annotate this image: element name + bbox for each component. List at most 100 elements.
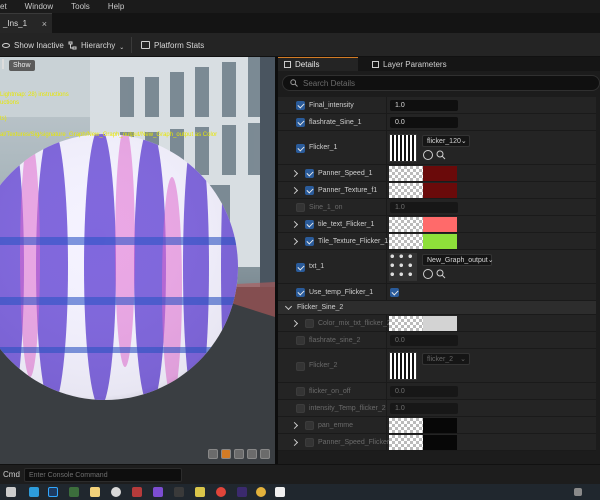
menu-item-edit[interactable]: et — [0, 2, 7, 11]
tab-layer-parameters[interactable]: Layer Parameters — [366, 57, 466, 71]
unreal-engine-icon[interactable] — [275, 487, 285, 497]
texture-asset-dropdown[interactable]: flicker_120 ⌄ — [422, 135, 470, 147]
override-checkbox[interactable] — [296, 361, 305, 371]
alpha-preview[interactable] — [389, 418, 423, 433]
alpha-preview[interactable] — [389, 234, 423, 249]
browse-asset-icon[interactable] — [436, 150, 446, 160]
app-icon[interactable] — [111, 487, 121, 497]
opera-icon[interactable] — [216, 487, 226, 497]
preview-plane-button[interactable] — [234, 449, 244, 459]
scalar-value-field[interactable]: 1.0 — [390, 202, 458, 213]
override-checkbox[interactable] — [305, 438, 314, 447]
preview-cylinder-button[interactable] — [208, 449, 218, 459]
chevron-right-icon[interactable] — [290, 438, 299, 446]
color-swatch[interactable] — [423, 234, 457, 249]
chrome-icon[interactable] — [256, 487, 266, 497]
document-tab[interactable]: _Ins_1 × — [0, 13, 52, 33]
override-checkbox[interactable] — [296, 336, 305, 345]
viewport-options-icon[interactable] — [2, 59, 8, 69]
tab-details[interactable]: Details — [278, 57, 358, 71]
category-label: Flicker_Sine_2 — [297, 304, 344, 311]
alpha-preview[interactable] — [389, 435, 423, 450]
app-icon[interactable] — [29, 487, 39, 497]
preview-teapot-button[interactable] — [260, 449, 270, 459]
override-checkbox[interactable] — [305, 186, 314, 195]
preview-sphere-button[interactable] — [221, 449, 231, 459]
alpha-preview[interactable] — [389, 183, 423, 198]
override-checkbox[interactable] — [296, 387, 305, 396]
use-selected-asset-icon[interactable] — [423, 269, 433, 279]
scalar-value-field[interactable]: 0.0 — [390, 335, 458, 346]
scalar-value-field[interactable]: 1.0 — [390, 100, 458, 111]
override-checkbox[interactable] — [305, 220, 314, 229]
visual-studio-icon[interactable] — [153, 487, 163, 497]
override-checkbox[interactable] — [305, 237, 314, 246]
app-icon[interactable] — [237, 487, 247, 497]
override-checkbox[interactable] — [296, 262, 305, 272]
menu-item-help[interactable]: Help — [108, 2, 124, 11]
show-button[interactable]: Show — [9, 60, 35, 71]
chevron-right-icon[interactable] — [290, 319, 299, 327]
app-icon[interactable] — [174, 487, 184, 497]
alpha-preview[interactable] — [389, 217, 423, 232]
column-divider — [386, 349, 387, 382]
app-icon[interactable] — [69, 487, 79, 497]
color-swatch[interactable] — [423, 418, 457, 433]
start-icon[interactable] — [6, 487, 16, 497]
property-name: Tile_Texture_Flicker_1 — [318, 237, 389, 245]
override-checkbox[interactable] — [305, 421, 314, 430]
menu-item-window[interactable]: Window — [25, 2, 53, 11]
color-swatch[interactable] — [423, 435, 457, 450]
details-property-list: Final_intensity 1.0 flashrate_Sine_1 0.0 Fli… — [278, 97, 600, 464]
scalar-value-field[interactable]: 1.0 — [390, 403, 458, 414]
texture-asset-dropdown[interactable]: flicker_2 ⌄ — [422, 353, 470, 365]
use-selected-asset-icon[interactable] — [423, 150, 433, 160]
close-icon[interactable]: × — [42, 19, 47, 29]
chevron-right-icon[interactable] — [290, 237, 299, 245]
show-inactive-button[interactable]: Show Inactive — [2, 37, 64, 53]
chevron-right-icon[interactable] — [290, 169, 299, 177]
preview-cube-button[interactable] — [247, 449, 257, 459]
override-checkbox[interactable] — [296, 143, 305, 153]
app-icon[interactable] — [132, 487, 142, 497]
chevron-right-icon[interactable] — [290, 220, 299, 228]
console-command-input[interactable]: Enter Console Command — [24, 468, 182, 482]
property-row: Final_intensity 1.0 — [278, 97, 596, 114]
texture-thumbnail[interactable] — [389, 352, 417, 380]
toolbar: Show Inactive Hierarchy ⌄ Platform Stats — [0, 33, 600, 57]
photoshop-icon[interactable] — [48, 487, 58, 497]
browse-asset-icon[interactable] — [436, 269, 446, 279]
color-swatch[interactable] — [423, 316, 457, 331]
value-checkbox[interactable] — [390, 288, 399, 297]
color-swatch[interactable] — [423, 217, 457, 232]
override-checkbox[interactable] — [305, 319, 314, 328]
override-checkbox[interactable] — [305, 169, 314, 178]
chevron-right-icon[interactable] — [290, 421, 299, 429]
preview-viewport[interactable]: Show Lightmap: 28) instructions uctions … — [0, 57, 275, 464]
scalar-value-field[interactable]: 0.0 — [390, 386, 458, 397]
chevron-right-icon[interactable] — [290, 186, 299, 194]
override-checkbox[interactable] — [296, 404, 305, 413]
system-tray-icon[interactable] — [574, 488, 582, 496]
alpha-preview[interactable] — [389, 316, 423, 331]
color-swatch[interactable] — [423, 183, 457, 198]
scalar-value-field[interactable]: 0.0 — [390, 117, 458, 128]
platform-stats-button[interactable]: Platform Stats — [141, 37, 204, 53]
alpha-preview[interactable] — [389, 166, 423, 181]
override-checkbox[interactable] — [296, 118, 305, 127]
folder-icon[interactable] — [90, 487, 100, 497]
layers-icon — [372, 60, 379, 68]
color-swatch[interactable] — [423, 166, 457, 181]
chevron-down-icon[interactable] — [284, 302, 293, 311]
override-checkbox[interactable] — [296, 288, 305, 297]
override-checkbox[interactable] — [296, 203, 305, 212]
hierarchy-button[interactable]: Hierarchy ⌄ — [68, 37, 124, 53]
app-icon[interactable] — [195, 487, 205, 497]
building-column — [260, 57, 275, 287]
texture-thumbnail[interactable] — [389, 253, 417, 281]
override-checkbox[interactable] — [296, 101, 305, 110]
texture-thumbnail[interactable] — [389, 134, 417, 162]
texture-asset-dropdown[interactable]: New_Graph_output ⌄ — [422, 254, 494, 266]
menu-item-tools[interactable]: Tools — [71, 2, 90, 11]
search-details-input[interactable]: Search Details — [282, 75, 600, 91]
